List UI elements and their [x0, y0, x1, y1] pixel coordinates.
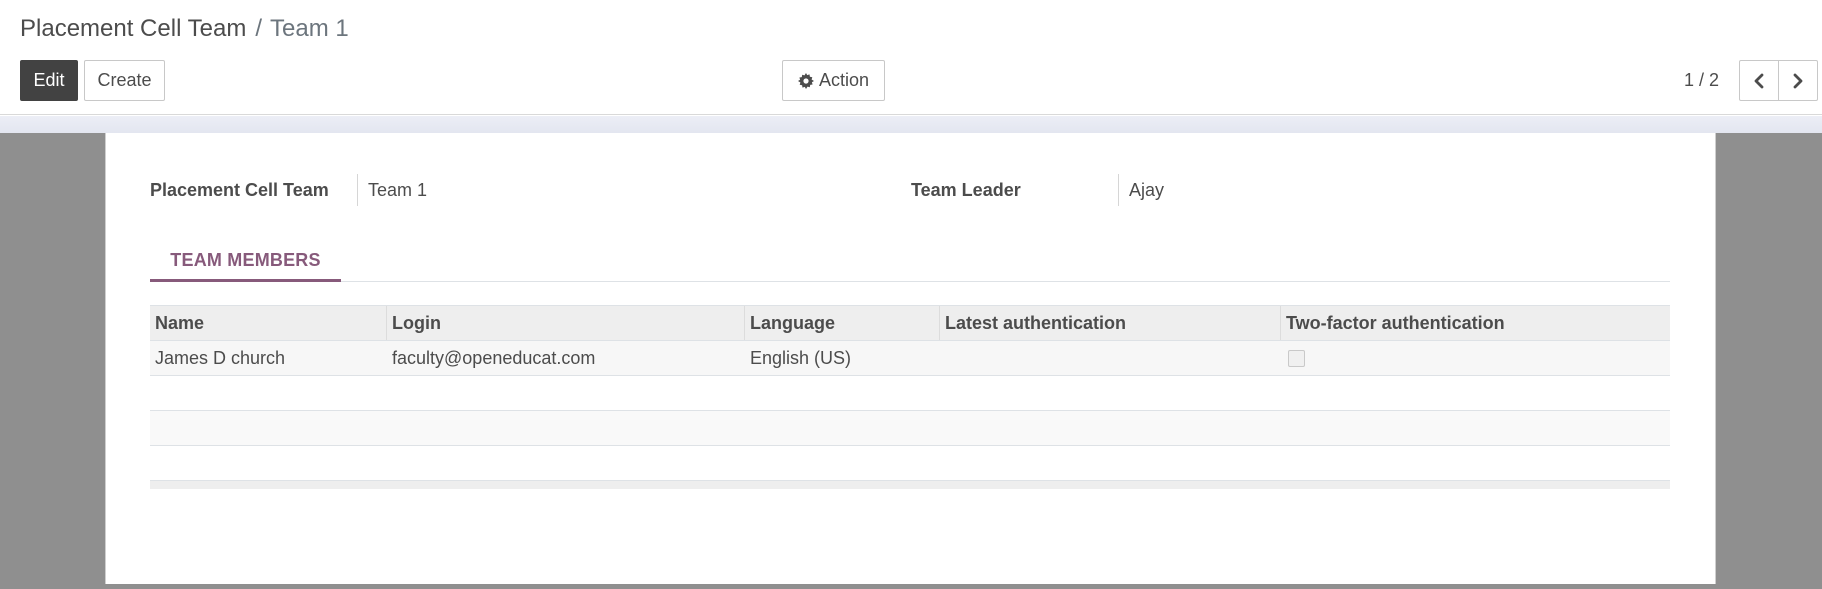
action-dropdown-button[interactable]: Action	[782, 60, 885, 101]
table-empty-row	[150, 446, 1670, 481]
placement-cell-team-value: Team 1	[357, 174, 427, 206]
cell-two-factor-authentication	[1281, 341, 1670, 375]
form-view-area: Placement Cell Team Team 1 Team Leader A…	[0, 116, 1822, 589]
breadcrumb-current: Team 1	[270, 15, 349, 42]
table-row[interactable]: James D church faculty@openeducat.com En…	[150, 341, 1670, 376]
column-header-two-factor-authentication[interactable]: Two-factor authentication	[1281, 306, 1670, 340]
team-leader-label: Team Leader	[911, 180, 1021, 200]
pager-previous-button[interactable]	[1739, 60, 1779, 101]
breadcrumb-separator: /	[255, 15, 262, 42]
column-header-language[interactable]: Language	[745, 306, 940, 340]
edit-button[interactable]: Edit	[20, 60, 78, 101]
notebook-tabs: TEAM MEMBERS	[150, 241, 1670, 282]
action-label: Action	[818, 70, 870, 90]
form-sheet: Placement Cell Team Team 1 Team Leader A…	[105, 133, 1716, 584]
gear-icon	[797, 72, 814, 89]
create-button[interactable]: Create	[84, 60, 165, 101]
pager-value[interactable]: 1 / 2	[1684, 68, 1719, 92]
cell-latest-authentication	[940, 341, 1281, 375]
column-header-login[interactable]: Login	[387, 306, 745, 340]
table-empty-row	[150, 411, 1670, 446]
two-factor-checkbox[interactable]	[1288, 349, 1305, 367]
team-members-table: Name Login Language Latest authenticatio…	[150, 305, 1670, 489]
breadcrumb: Placement Cell Team / Team 1	[20, 14, 349, 44]
table-empty-row	[150, 376, 1670, 411]
column-header-latest-authentication[interactable]: Latest authentication	[940, 306, 1281, 340]
table-header: Name Login Language Latest authenticatio…	[150, 306, 1670, 341]
tab-team-members[interactable]: TEAM MEMBERS	[150, 241, 341, 282]
pager-next-button[interactable]	[1778, 60, 1818, 101]
column-header-name[interactable]: Name	[150, 306, 387, 340]
placement-cell-team-label: Placement Cell Team	[150, 180, 329, 200]
chevron-right-icon	[1793, 73, 1803, 88]
control-panel: Placement Cell Team / Team 1 Edit Create A…	[0, 0, 1822, 115]
chevron-left-icon	[1754, 73, 1764, 88]
cell-name: James D church	[155, 347, 286, 368]
cell-login: faculty@openeducat.com	[392, 347, 596, 368]
table-footer	[150, 481, 1670, 489]
team-leader-value: Ajay	[1118, 174, 1164, 206]
content-top-shadow	[0, 116, 1822, 133]
breadcrumb-root-link[interactable]: Placement Cell Team	[20, 15, 246, 42]
cell-language: English (US)	[750, 347, 852, 368]
